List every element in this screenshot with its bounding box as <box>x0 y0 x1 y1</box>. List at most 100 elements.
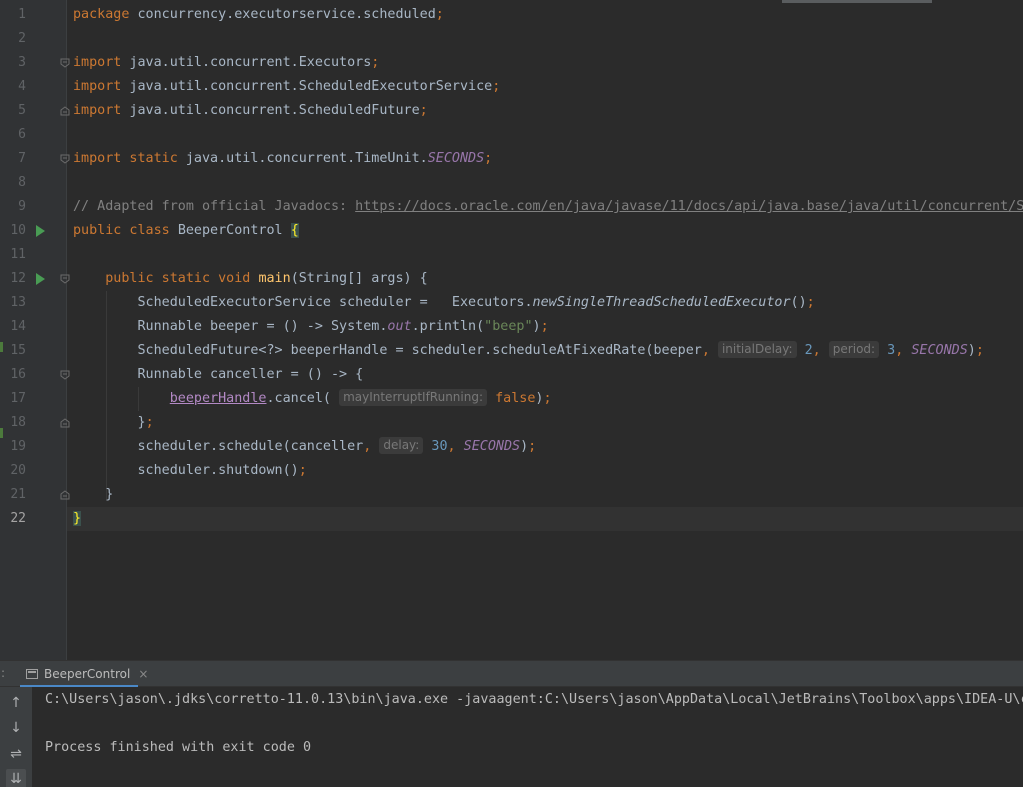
code-text[interactable]: Runnable canceller = () -> { <box>73 363 363 387</box>
line-number: 4 <box>18 79 26 94</box>
code-token: .println( <box>411 319 485 334</box>
code-line[interactable]: 17 beeperHandle.cancel( mayInterruptIfRu… <box>0 387 1023 411</box>
run-icon[interactable] <box>36 225 45 237</box>
code-text[interactable]: beeperHandle.cancel( mayInterruptIfRunni… <box>73 387 552 411</box>
code-token: ; <box>484 151 493 166</box>
code-text[interactable]: scheduler.schedule(canceller, delay: 30,… <box>73 435 536 459</box>
code-token: java.util.concurrent.TimeUnit. <box>185 151 428 166</box>
code-line[interactable]: 13 ScheduledExecutorService scheduler = … <box>0 291 1023 315</box>
code-token: import <box>73 103 130 118</box>
code-line[interactable]: 6 <box>0 123 1023 147</box>
run-icon[interactable] <box>36 273 45 285</box>
code-line[interactable]: 2 <box>0 27 1023 51</box>
code-line[interactable]: 16 Runnable canceller = () -> { <box>0 363 1023 387</box>
code-token: out <box>387 319 412 334</box>
code-line[interactable]: 21 } <box>0 483 1023 507</box>
code-token[interactable]: https://docs.oracle.com/en/java/javase/1… <box>355 199 1023 214</box>
line-number: 18 <box>10 415 26 430</box>
line-number: 15 <box>10 343 26 358</box>
line-number: 12 <box>10 271 26 286</box>
tab-beeper-control[interactable]: BeeperControl × <box>20 663 154 685</box>
line-number: 22 <box>10 511 26 526</box>
code-editor[interactable]: 1 package concurrency.executorservice.sch… <box>0 0 1023 660</box>
code-text[interactable]: import java.util.concurrent.Executors; <box>73 51 379 75</box>
code-line[interactable]: 8 <box>0 171 1023 195</box>
code-token: 30 <box>423 439 448 454</box>
parameter-hint: mayInterruptIfRunning: <box>339 389 488 406</box>
code-token: SECONDS <box>427 151 485 166</box>
code-text[interactable]: import static java.util.concurrent.TimeU… <box>73 147 492 171</box>
code-text[interactable]: ScheduledFuture<?> beeperHandle = schedu… <box>73 339 984 363</box>
code-token[interactable]: beeperHandle <box>170 391 267 406</box>
code-line[interactable]: 7 import static java.util.concurrent.Time… <box>0 147 1023 171</box>
code-text[interactable]: package concurrency.executorservice.sche… <box>73 3 444 27</box>
close-icon[interactable]: × <box>138 667 148 681</box>
code-token: package <box>73 7 138 22</box>
fold-marker-icon[interactable] <box>60 274 70 284</box>
run-tab-bar: : BeeperControl × <box>0 661 1023 687</box>
line-number: 20 <box>10 463 26 478</box>
code-token: ; <box>806 295 815 310</box>
code-line[interactable]: 22} <box>0 507 1023 531</box>
code-token: } <box>73 487 114 502</box>
code-line[interactable]: 3 import java.util.concurrent.Executors; <box>0 51 1023 75</box>
code-text[interactable]: import java.util.concurrent.ScheduledFut… <box>73 99 428 123</box>
run-toolbar: ↑ ↓ ⇌ ⇊ <box>0 687 32 787</box>
line-number: 5 <box>18 103 26 118</box>
code-token: false <box>487 391 536 406</box>
console-command-line: C:\Users\jason\.jdks\corretto-11.0.13\bi… <box>45 692 1023 707</box>
soft-wrap-icon[interactable]: ⇌ <box>6 744 26 764</box>
code-token: , <box>895 343 912 358</box>
code-line[interactable]: 11 <box>0 243 1023 267</box>
code-token: ; <box>419 103 428 118</box>
code-text[interactable]: } <box>73 483 113 507</box>
fold-marker-icon[interactable] <box>60 106 70 116</box>
code-line[interactable]: 19 scheduler.schedule(canceller, delay: … <box>0 435 1023 459</box>
down-arrow-icon[interactable]: ↓ <box>6 718 26 738</box>
code-text[interactable]: public class BeeperControl { <box>73 219 299 243</box>
line-number: 19 <box>10 439 26 454</box>
code-text[interactable]: import java.util.concurrent.ScheduledExe… <box>73 75 500 99</box>
console-icon <box>26 669 38 679</box>
code-token: ) <box>520 439 529 454</box>
line-number: 7 <box>18 151 26 166</box>
code-token: ; <box>543 391 552 406</box>
scroll-to-end-icon[interactable]: ⇊ <box>6 769 26 787</box>
code-line[interactable]: 9 // Adapted from official Javadocs: http… <box>0 195 1023 219</box>
code-line[interactable]: 1 package concurrency.executorservice.sch… <box>0 3 1023 27</box>
code-line[interactable]: 18 }; <box>0 411 1023 435</box>
code-token: } <box>73 511 82 526</box>
code-text[interactable]: public static void main(String[] args) { <box>73 267 428 291</box>
line-number: 3 <box>18 55 26 70</box>
code-line[interactable]: 10 public class BeeperControl { <box>0 219 1023 243</box>
code-token: , <box>447 439 464 454</box>
code-token: ) <box>967 343 976 358</box>
code-token: ScheduledFuture<?> beeperHandle = schedu… <box>73 343 702 358</box>
code-line[interactable]: 14 Runnable beeper = () -> System.out.pr… <box>0 315 1023 339</box>
code-token: ; <box>528 439 537 454</box>
code-line[interactable]: 15 ScheduledFuture<?> beeperHandle = sch… <box>0 339 1023 363</box>
fold-marker-icon[interactable] <box>60 370 70 380</box>
code-token: ScheduledExecutorService scheduler = Exe… <box>73 295 533 310</box>
code-token: , <box>363 439 380 454</box>
fold-marker-icon[interactable] <box>60 154 70 164</box>
code-line[interactable]: 20 scheduler.shutdown(); <box>0 459 1023 483</box>
code-line[interactable]: 4 import java.util.concurrent.ScheduledEx… <box>0 75 1023 99</box>
fold-marker-icon[interactable] <box>60 58 70 68</box>
code-text[interactable]: Runnable beeper = () -> System.out.print… <box>73 315 548 339</box>
code-text[interactable]: // Adapted from official Javadocs: https… <box>73 195 1023 219</box>
up-arrow-icon[interactable]: ↑ <box>6 693 26 713</box>
code-token: } <box>73 415 146 430</box>
fold-marker-icon[interactable] <box>60 490 70 500</box>
code-text[interactable]: scheduler.shutdown(); <box>73 459 306 483</box>
code-text[interactable]: }; <box>73 411 153 435</box>
code-text[interactable]: ScheduledExecutorService scheduler = Exe… <box>73 291 815 315</box>
fold-marker-icon[interactable] <box>60 418 70 428</box>
code-token: // Adapted from official Javadocs: <box>73 199 356 214</box>
code-line[interactable]: 5 import java.util.concurrent.ScheduledFu… <box>0 99 1023 123</box>
code-line[interactable]: 12 public static void main(String[] args… <box>0 267 1023 291</box>
code-token: { <box>290 223 299 238</box>
code-text[interactable]: } <box>73 507 82 531</box>
code-token: , <box>701 343 718 358</box>
